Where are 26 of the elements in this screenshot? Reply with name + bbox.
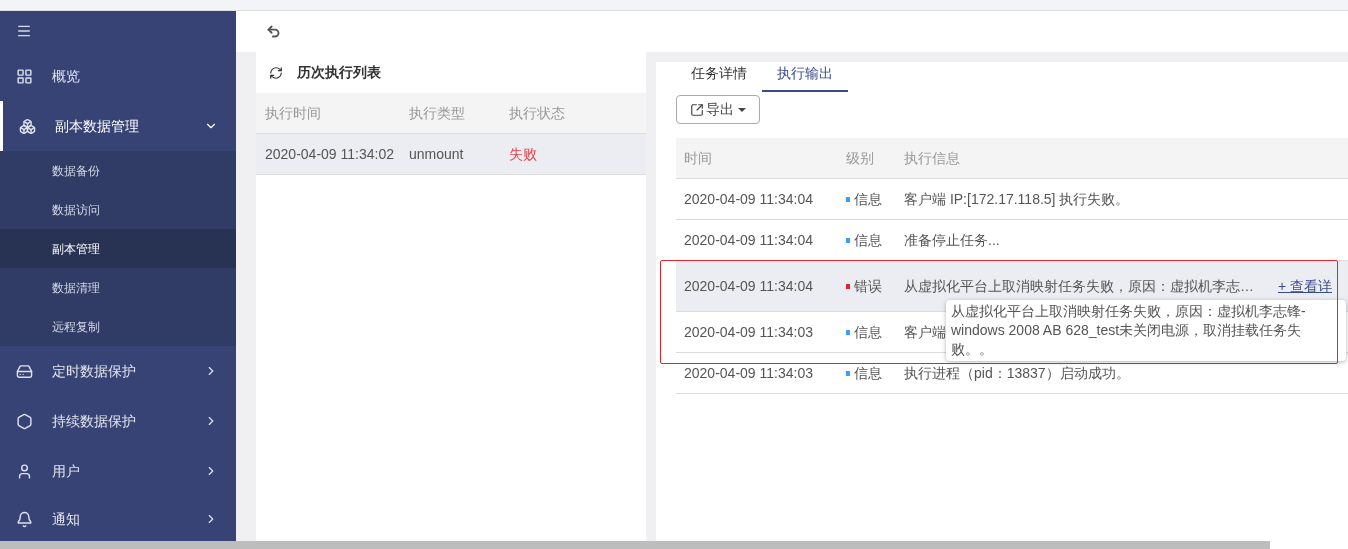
table-cell-text: unmount <box>409 144 465 164</box>
panel-title: 历次执行列表 <box>297 63 381 82</box>
column-header: 执行状态 <box>509 103 565 123</box>
table-cell-text: 2020-04-09 11:34:04 <box>683 276 814 296</box>
level-text: 信息 <box>854 363 882 383</box>
level-text: 信息 <box>854 322 882 342</box>
table-cell-text: 2020-04-09 11:34:03 <box>683 322 814 342</box>
level-text: 错误 <box>854 276 882 296</box>
column-header: 执行信息 <box>904 148 960 168</box>
table-cell-text: 2020-04-09 11:34:04 <box>683 230 814 250</box>
level-text: 信息 <box>854 189 882 209</box>
table-cell-text: 2020-04-09 11:34:02 <box>264 144 395 164</box>
table-cell-text: 从虚拟化平台上取消映射任务失败，原因：虚拟机李志… <box>904 276 1254 296</box>
column-header: 执行类型 <box>409 103 466 123</box>
table-cell-text: 2020-04-09 11:34:03 <box>683 363 814 383</box>
tooltip: 从虚拟化平台上取消映射任务失败，原因：虚拟机李志锋-windows 2008 AB 628_test未关闭电源，取消挂载任务失败。。 <box>946 300 1346 361</box>
table-cell-text: 2020-04-09 11:34:04 <box>683 189 814 209</box>
column-header: 级别 <box>846 148 875 168</box>
status-text: 失败 <box>509 144 537 164</box>
column-header: 执行时间 <box>264 103 322 123</box>
level-text: 信息 <box>854 230 882 250</box>
column-header: 时间 <box>683 148 713 168</box>
table-cell-text: 准备停止任务... <box>904 230 1000 250</box>
table-cell-text: 客户端 <box>904 322 946 342</box>
table-cell-text: 执行进程（pid：13837）启动成功。 <box>904 363 1130 383</box>
table-cell-text: 客户端 IP:[172.17.118.5] 执行失败。 <box>904 189 1130 209</box>
